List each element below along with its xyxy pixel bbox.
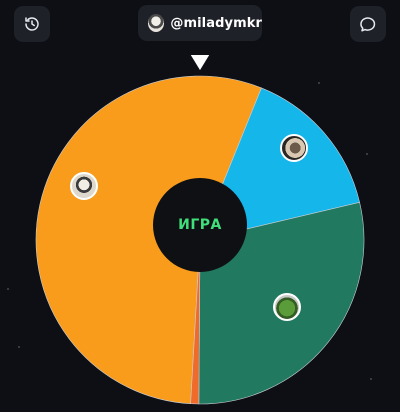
player-avatar bbox=[280, 134, 308, 162]
player-avatar bbox=[273, 293, 301, 321]
history-icon bbox=[25, 17, 39, 31]
username-label: @miladymkr bbox=[170, 15, 262, 31]
user-profile-pill[interactable]: @miladymkr bbox=[138, 5, 262, 41]
player-avatar bbox=[70, 172, 98, 200]
wheel-pointer-icon bbox=[187, 53, 213, 74]
history-button[interactable] bbox=[14, 6, 50, 42]
spin-button[interactable]: ИГРА bbox=[153, 178, 247, 272]
chat-bubble-icon bbox=[360, 17, 376, 32]
user-avatar bbox=[148, 14, 165, 32]
chat-button[interactable] bbox=[350, 6, 386, 42]
play-label: ИГРА bbox=[178, 217, 222, 233]
